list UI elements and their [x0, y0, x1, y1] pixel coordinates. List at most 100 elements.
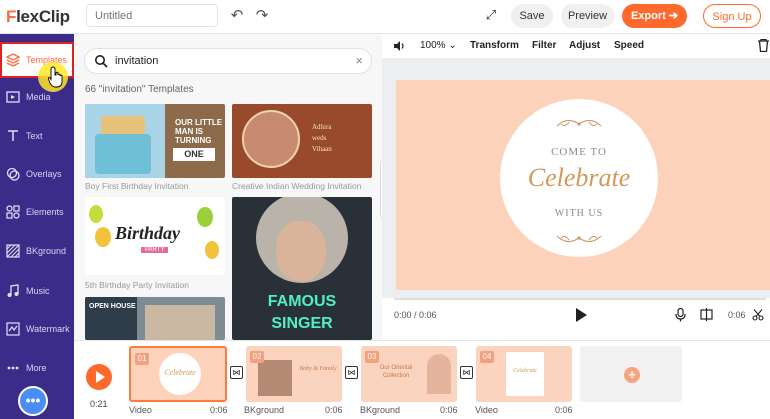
clip-art-text: Our Oriental Collection [379, 365, 413, 379]
clip-length-label: 0:06 [440, 405, 458, 415]
canvas-text-celebrate[interactable]: Celebrate [500, 163, 658, 193]
clip-art-text: Baby & Family [299, 366, 337, 372]
template-art-text: Birthday [115, 223, 181, 243]
clip-type-label: BKground [360, 405, 401, 415]
template-card-famous-singer[interactable]: FAMOUS SINGER [232, 197, 372, 340]
logo[interactable]: FlexClip [6, 7, 70, 27]
arrow-right-icon: ➔ [668, 10, 679, 22]
template-card-open-house[interactable]: OPEN HOUSE [85, 297, 225, 340]
templates-icon [6, 53, 20, 67]
overlays-icon [6, 167, 20, 181]
timeline-clip-4[interactable]: 04 Celebrate [476, 346, 572, 402]
top-bar: FlexClip ↶ ↷ ⤢ Save Preview Export ➔ Sig… [0, 0, 770, 34]
add-clip-button[interactable]: + [580, 346, 682, 402]
timeline-clip-1[interactable]: 01 Celebrate [129, 346, 227, 402]
template-card-5th-birthday[interactable]: Birthday PARTY [85, 197, 225, 275]
template-search-input[interactable]: invitation × [84, 48, 372, 74]
transition-icon[interactable]: ⋈ [460, 366, 473, 379]
clip-length-label: 0:06 [325, 405, 343, 415]
sidebar-item-watermark[interactable]: Watermark [0, 311, 74, 347]
clip-number: 03 [365, 351, 379, 363]
sidebar-item-music[interactable]: Music [0, 273, 74, 309]
split-icon[interactable] [700, 308, 713, 321]
transition-icon[interactable]: ⋈ [345, 366, 358, 379]
sidebar-item-text[interactable]: Text [0, 118, 74, 154]
clip-type-label: Video [475, 405, 498, 415]
sidebar-item-more[interactable]: More [0, 350, 74, 386]
clip-number: 04 [480, 351, 494, 363]
timeline-clip-3[interactable]: 03 Our Oriental Collection [361, 346, 457, 402]
clip-number: 02 [250, 351, 264, 363]
sign-up-button[interactable]: Sign Up [703, 4, 761, 28]
project-title-input[interactable] [86, 4, 218, 27]
clip-art-text: Celebrate [164, 368, 196, 377]
template-art-text: TURNING [175, 136, 212, 145]
template-art-text: Adhira [312, 123, 332, 131]
search-icon [95, 55, 108, 68]
clip-type-label: Video [129, 405, 152, 415]
save-button[interactable]: Save [511, 4, 553, 28]
clip-duration: 0:06 [728, 310, 746, 320]
clip-length-label: 0:06 [555, 405, 573, 415]
sidebar-item-label: Media [26, 92, 51, 102]
template-card-indian-wedding[interactable]: Adhira weds Vihaan [232, 104, 372, 178]
transform-button[interactable]: Transform [470, 40, 519, 51]
volume-icon[interactable] [393, 40, 406, 52]
zoom-level[interactable]: 100% ⌄ [420, 40, 457, 51]
sidebar-item-background[interactable]: BKground [0, 233, 74, 269]
transition-icon[interactable]: ⋈ [230, 366, 243, 379]
sidebar-item-overlays[interactable]: Overlays [0, 156, 74, 192]
scissors-icon[interactable] [752, 309, 764, 321]
playback-progress[interactable] [394, 298, 766, 300]
redo-icon[interactable]: ↷ [254, 8, 270, 24]
template-caption: Boy First Birthday Invitation [85, 181, 189, 191]
result-count: 66 "invitation" Templates [85, 84, 194, 95]
template-art-text: SINGER [271, 315, 333, 332]
more-icon [7, 366, 19, 370]
sidebar-item-label: Overlays [26, 169, 62, 179]
total-duration: 0:21 [90, 399, 108, 409]
search-query: invitation [115, 55, 159, 67]
clear-search-icon[interactable]: × [355, 53, 363, 68]
canvas-text-with-us[interactable]: WITH US [500, 208, 658, 219]
template-caption: 5th Birthday Party Invitation [85, 280, 189, 290]
template-art-text: PARTY [141, 247, 169, 253]
clip-art-text: Celebrate [513, 368, 537, 374]
help-chat-button[interactable]: ••• [18, 386, 48, 416]
adjust-button[interactable]: Adjust [569, 40, 600, 51]
trash-icon[interactable] [758, 39, 769, 52]
clip-number: 01 [135, 353, 149, 365]
sidebar-item-label: Watermark [26, 324, 70, 334]
preview-button[interactable]: Preview [561, 4, 614, 28]
current-time: 0:00 / 0:06 [394, 310, 437, 320]
fullscreen-icon[interactable]: ⤢ [483, 7, 499, 23]
template-art-text: Vihaan [312, 145, 332, 153]
template-art-text: MAN IS [175, 127, 203, 136]
export-button[interactable]: Export ➔ [622, 4, 687, 28]
ornament-top-icon [556, 119, 602, 127]
hand-cursor-icon [48, 66, 63, 88]
canvas-text-come-to[interactable]: COME TO [500, 146, 658, 158]
sidebar-item-label: More [26, 363, 47, 373]
template-art-text: ONE [173, 148, 215, 161]
sidebar-item-label: BKground [26, 246, 67, 256]
undo-icon[interactable]: ↶ [229, 8, 245, 24]
timeline-play-button[interactable] [86, 364, 112, 390]
sidebar-item-label: Music [26, 286, 50, 296]
template-art-text: OPEN HOUSE [89, 303, 136, 310]
microphone-icon[interactable] [675, 308, 686, 322]
watermark-icon [6, 322, 20, 336]
sidebar-item-label: Elements [26, 207, 64, 217]
filter-button[interactable]: Filter [532, 40, 556, 51]
template-card-boy-first-birthday[interactable]: OUR LITTLE MAN IS TURNING ONE [85, 104, 225, 178]
ornament-bottom-icon [556, 235, 602, 243]
clip-type-label: BKground [244, 405, 285, 415]
template-art-text: FAMOUS [267, 293, 337, 310]
sidebar-item-elements[interactable]: Elements [0, 194, 74, 230]
background-icon [6, 244, 20, 258]
music-icon [7, 284, 19, 297]
template-art-text: OUR LITTLE [175, 118, 223, 127]
speed-button[interactable]: Speed [614, 40, 644, 51]
timeline-clip-2[interactable]: 02 Baby & Family [246, 346, 342, 402]
play-icon[interactable] [576, 308, 587, 322]
